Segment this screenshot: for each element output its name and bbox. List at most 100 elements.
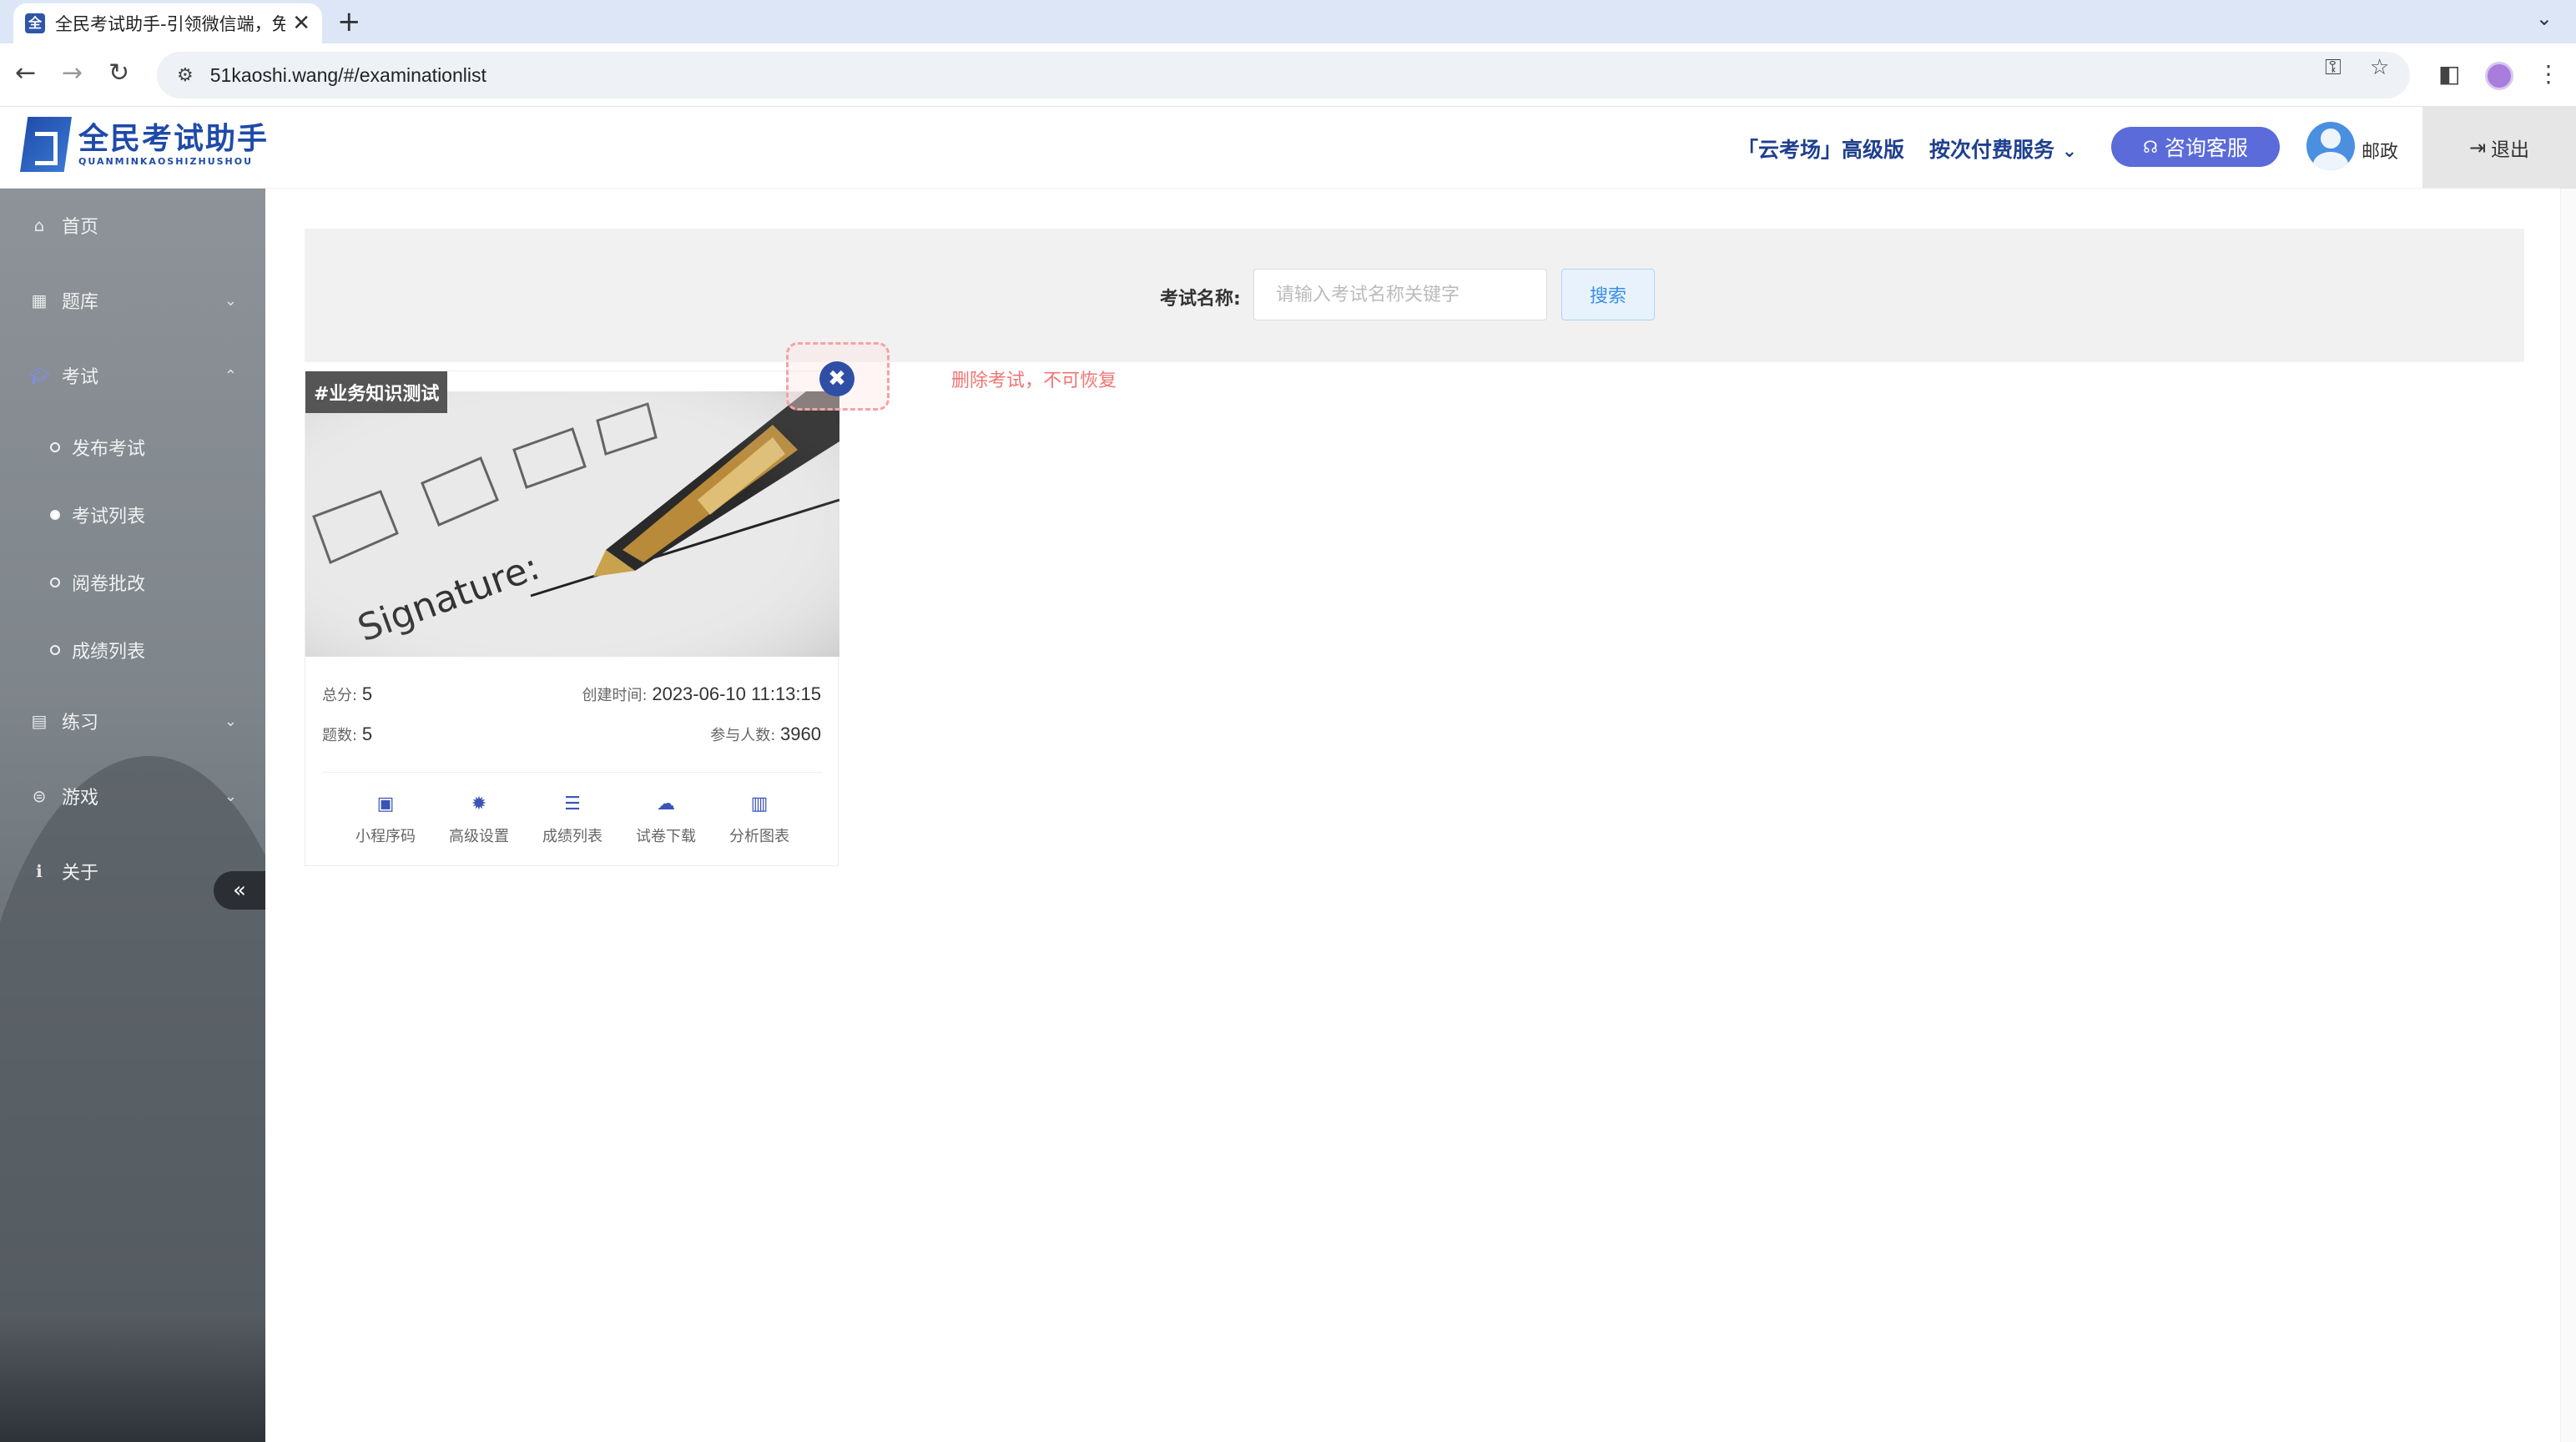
exam-name-search-input[interactable] — [1253, 269, 1547, 320]
headset-icon: ☊ — [2143, 137, 2158, 157]
username[interactable]: 邮政 — [2362, 137, 2398, 164]
bullet-icon — [50, 442, 60, 452]
site-info-icon[interactable]: ⚙ — [177, 65, 194, 86]
logo-mark-icon — [20, 117, 72, 172]
sidebar-subitem-score-list[interactable]: 成绩列表 — [0, 627, 265, 673]
side-panel-icon[interactable]: ◧ — [2438, 60, 2460, 88]
score-list-action[interactable]: ☰ 成绩列表 — [531, 794, 614, 846]
qr-code-icon: ▣ — [376, 794, 395, 814]
question-count: 题数: 5 — [322, 724, 372, 745]
signature-pen-illustration: Signature: — [305, 391, 839, 657]
profile-avatar-icon[interactable] — [2485, 62, 2513, 90]
reload-icon[interactable]: ↻ — [108, 58, 129, 88]
total-score: 总分: 5 — [322, 683, 372, 705]
omnibox[interactable]: ⚙ 51kaoshi.wang/#/examinationlist — [157, 52, 2410, 98]
search-button[interactable]: 搜索 — [1561, 269, 1655, 320]
exam-tag: #业务知识测试 — [305, 371, 448, 413]
question-count-value: 5 — [361, 724, 373, 744]
list-icon: ☰ — [564, 794, 581, 814]
sidebar-subitem-label: 考试列表 — [72, 507, 146, 527]
sidebar-item-label: 考试 — [62, 367, 99, 388]
new-tab-button[interactable]: + — [337, 5, 361, 38]
back-icon[interactable]: ← — [15, 58, 36, 88]
cloud-exam-link[interactable]: 「云考场」高级版 — [1737, 134, 1904, 164]
pay-per-use-label: 按次付费服务 — [1929, 138, 2055, 162]
search-label: 考试名称: — [1160, 289, 1241, 310]
browser-tab-bar: 全 全民考试助手-引领微信端，免 ✕ + ⌄ — [0, 0, 2576, 43]
exam-card[interactable]: #业务知识测试 Signature: 总分: 5 创建时间: 2023-06-1… — [305, 371, 839, 866]
logo[interactable]: 全民考试助手 QUANMINKAOSHIZHUSHOU — [20, 117, 269, 172]
participant-count: 参与人数: 3960 — [710, 724, 821, 745]
sidebar-subitem-label: 阅卷批改 — [72, 574, 146, 595]
forward-icon[interactable]: → — [62, 58, 83, 88]
delete-warning-text: 删除考试，不可恢复 — [951, 371, 1117, 391]
consult-service-button[interactable]: ☊ 咨询客服 — [2111, 127, 2280, 167]
sidebar-item-home[interactable]: ⌂ 首页 — [0, 200, 265, 250]
bullet-active-icon — [50, 510, 60, 520]
home-icon: ⌂ — [33, 215, 45, 235]
created-time-label: 创建时间: — [582, 687, 648, 704]
sidebar-item-exam[interactable]: 🎓︎ 考试 ⌃ — [0, 350, 265, 401]
bullet-icon — [50, 577, 60, 587]
card-divider — [322, 772, 823, 773]
sidebar-collapse-button[interactable]: « — [214, 871, 265, 910]
sidebar-item-label: 游戏 — [62, 788, 99, 809]
sidebar-subitem-label: 发布考试 — [72, 439, 146, 460]
sidebar-subitem-exam-list[interactable]: 考试列表 — [0, 492, 265, 538]
close-tab-icon[interactable]: ✕ — [292, 11, 310, 36]
consult-label: 咨询客服 — [2164, 136, 2248, 160]
chevron-down-icon: ⌄ — [224, 291, 237, 310]
tab-title: 全民考试助手-引领微信端，免 — [55, 14, 286, 34]
action-label: 分析图表 — [729, 828, 789, 845]
graduation-cap-icon: 🎓︎ — [28, 366, 50, 386]
sidebar-item-game[interactable]: ⊜ 游戏 ⌄ — [0, 771, 265, 821]
participant-count-value: 3960 — [780, 724, 821, 744]
tab-search-icon[interactable]: ⌄ — [2536, 7, 2553, 30]
pay-per-use-menu[interactable]: 按次付费服务 ⌄ — [1929, 134, 2077, 164]
chevron-down-icon: ⌄ — [224, 712, 237, 730]
sidebar-subitem-grading[interactable]: 阅卷批改 — [0, 559, 265, 606]
logout-label: 退出 — [2491, 139, 2530, 161]
logo-subtitle: QUANMINKAOSHIZHUSHOU — [78, 155, 254, 167]
action-label: 小程序码 — [355, 828, 416, 845]
created-time: 创建时间: 2023-06-10 11:13:15 — [582, 683, 821, 705]
logo-title: 全民考试助手 — [78, 121, 270, 156]
user-avatar[interactable] — [2306, 122, 2355, 170]
question-count-label: 题数: — [322, 727, 358, 744]
sidebar-item-practice[interactable]: ▤ 练习 ⌄ — [0, 696, 265, 746]
delete-exam-button[interactable]: ✖ — [819, 361, 854, 396]
sidebar: ⌂ 首页 ▦ 题库 ⌄ 🎓︎ 考试 ⌃ 发布考试 考试列表 阅卷批改 成绩列表 … — [0, 189, 265, 1442]
logout-button[interactable]: ⇥ 退出 — [2422, 107, 2576, 189]
sidebar-item-label: 题库 — [62, 292, 99, 313]
action-label: 试卷下载 — [636, 828, 696, 845]
advanced-settings-action[interactable]: ✹ 高级设置 — [437, 794, 521, 846]
browser-tab[interactable]: 全 全民考试助手-引领微信端，免 ✕ — [13, 3, 322, 43]
grid-icon: ▦ — [31, 290, 48, 310]
page-scrollbar[interactable] — [2560, 189, 2576, 1442]
download-paper-action[interactable]: ☁ 试卷下载 — [624, 794, 708, 846]
created-time-value: 2023-06-10 11:13:15 — [652, 683, 821, 704]
action-label: 高级设置 — [449, 828, 509, 845]
sidebar-item-question-bank[interactable]: ▦ 题库 ⌄ — [0, 275, 265, 325]
total-score-label: 总分: — [322, 687, 358, 704]
address-bar: ← → ↻ ⚙ 51kaoshi.wang/#/examinationlist … — [0, 43, 2576, 107]
sidebar-subitem-publish-exam[interactable]: 发布考试 — [0, 424, 265, 471]
exam-cover-image[interactable]: Signature: — [305, 391, 839, 657]
app-header: 全民考试助手 QUANMINKAOSHIZHUSHOU 「云考场」高级版 按次付… — [0, 107, 2576, 189]
analysis-chart-action[interactable]: ▥ 分析图表 — [718, 794, 801, 846]
browser-menu-icon[interactable]: ⋮ — [2537, 60, 2560, 88]
bookmark-star-icon[interactable]: ☆ — [2370, 55, 2389, 80]
favicon-icon: 全 — [25, 13, 45, 33]
search-panel: 考试名称: 搜索 — [305, 229, 2524, 362]
chevron-down-icon: ⌄ — [224, 787, 237, 805]
cloud-download-icon: ☁ — [657, 794, 675, 814]
sidebar-item-label: 首页 — [62, 217, 99, 238]
bullet-icon — [50, 645, 60, 655]
info-icon: ℹ — [36, 861, 43, 881]
password-key-icon[interactable]: ⚿ — [2325, 55, 2342, 81]
total-score-value: 5 — [361, 683, 373, 704]
chevron-up-icon: ⌃ — [224, 366, 237, 385]
mini-program-code-action[interactable]: ▣ 小程序码 — [344, 794, 427, 846]
sidebar-item-label: 练习 — [62, 713, 99, 734]
action-label: 成绩列表 — [542, 828, 602, 845]
